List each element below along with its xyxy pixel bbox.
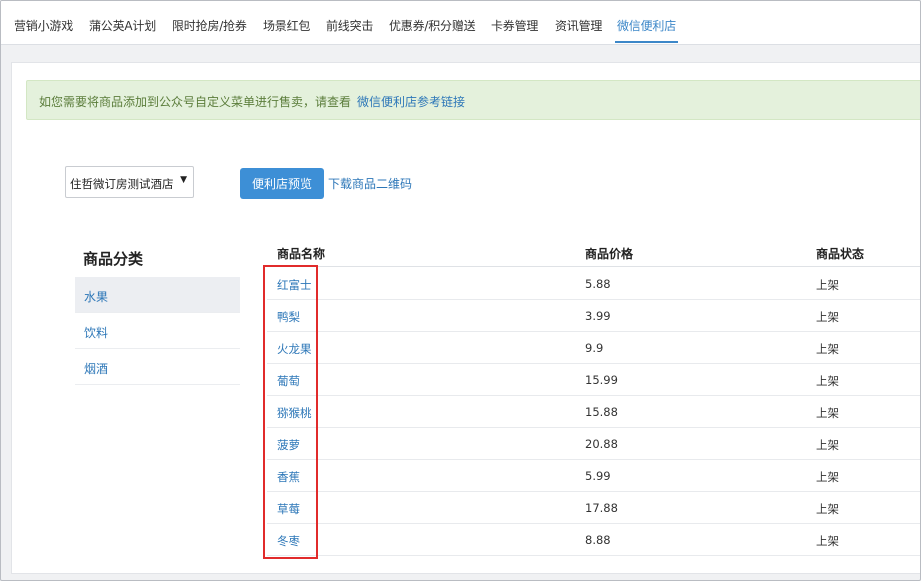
product-name-highlight-box	[263, 265, 318, 559]
table-row: 菠萝 20.88 上架	[267, 427, 920, 460]
caret-down-icon: ▼	[180, 175, 187, 185]
category-label: 水果	[84, 290, 109, 304]
tab-flash-sale[interactable]: 限时抢房/抢券	[172, 17, 247, 34]
table-row: 草莓 17.88 上架	[267, 491, 920, 524]
info-notice: 如您需要将商品添加到公众号自定义菜单进行售卖，请查看 微信便利店参考链接	[26, 80, 920, 120]
reference-link[interactable]: 微信便利店参考链接	[357, 95, 465, 109]
table-row: 鸭梨 3.99 上架	[267, 299, 920, 332]
category-item-fruit[interactable]: 水果	[75, 277, 240, 313]
tab-frontline-assault[interactable]: 前线突击	[326, 17, 373, 34]
product-price: 5.88	[585, 277, 611, 291]
product-status: 上架	[816, 342, 839, 356]
column-header-name: 商品名称	[277, 247, 326, 261]
product-status: 上架	[816, 310, 839, 324]
column-header-price: 商品价格	[585, 247, 634, 261]
table-row: 红富士 5.88 上架	[267, 267, 920, 300]
product-status: 上架	[816, 470, 839, 484]
store-preview-button[interactable]: 便利店预览	[240, 168, 324, 199]
category-label: 饮料	[84, 326, 109, 340]
tab-news-management[interactable]: 资讯管理	[555, 17, 602, 34]
product-price: 15.99	[585, 373, 618, 387]
tab-dandelion-plan[interactable]: 蒲公英A计划	[89, 17, 156, 34]
notice-text: 如您需要将商品添加到公众号自定义菜单进行售卖，请查看	[39, 95, 352, 109]
category-item-tobacco-wine[interactable]: 烟酒	[75, 349, 240, 385]
product-status: 上架	[816, 534, 839, 548]
product-status: 上架	[816, 374, 839, 388]
tab-mini-games[interactable]: 营销小游戏	[14, 17, 73, 34]
product-price: 3.99	[585, 309, 611, 323]
tab-card-management[interactable]: 卡券管理	[491, 17, 538, 34]
app-window: 营销小游戏 蒲公英A计划 限时抢房/抢券 场景红包 前线突击 优惠券/积分赠送 …	[0, 0, 921, 581]
category-item-drinks[interactable]: 饮料	[75, 313, 240, 349]
product-price: 15.88	[585, 405, 618, 419]
table-row: 香蕉 5.99 上架	[267, 459, 920, 492]
product-status: 上架	[816, 438, 839, 452]
column-header-status: 商品状态	[816, 247, 865, 261]
product-status: 上架	[816, 502, 839, 516]
table-row: 冬枣 8.88 上架	[267, 523, 920, 556]
store-select-value: 住哲微订房测试酒店	[70, 177, 174, 191]
active-tab-indicator	[615, 41, 678, 43]
tab-coupons-points[interactable]: 优惠券/积分赠送	[389, 17, 476, 34]
main-panel: 如您需要将商品添加到公众号自定义菜单进行售卖，请查看 微信便利店参考链接 住哲微订…	[11, 62, 920, 574]
tab-scene-red-packet[interactable]: 场景红包	[263, 17, 310, 34]
product-status: 上架	[816, 406, 839, 420]
top-navigation: 营销小游戏 蒲公英A计划 限时抢房/抢券 场景红包 前线突击 优惠券/积分赠送 …	[1, 1, 920, 45]
table-row: 葡萄 15.99 上架	[267, 363, 920, 396]
product-price: 9.9	[585, 341, 604, 355]
store-select[interactable]: 住哲微订房测试酒店 ▼	[65, 166, 194, 198]
category-label: 烟酒	[84, 362, 109, 376]
product-price: 20.88	[585, 437, 618, 451]
table-row: 火龙果 9.9 上架	[267, 331, 920, 364]
product-price: 17.88	[585, 501, 618, 515]
notice-message: 如您需要将商品添加到公众号自定义菜单进行售卖，请查看 微信便利店参考链接	[39, 93, 465, 110]
category-title: 商品分类	[83, 250, 144, 268]
download-qrcode-link[interactable]: 下载商品二维码	[328, 175, 412, 192]
tab-wechat-store[interactable]: 微信便利店	[617, 17, 676, 34]
product-price: 5.99	[585, 469, 611, 483]
product-status: 上架	[816, 278, 839, 292]
product-price: 8.88	[585, 533, 611, 547]
table-row: 猕猴桃 15.88 上架	[267, 395, 920, 428]
